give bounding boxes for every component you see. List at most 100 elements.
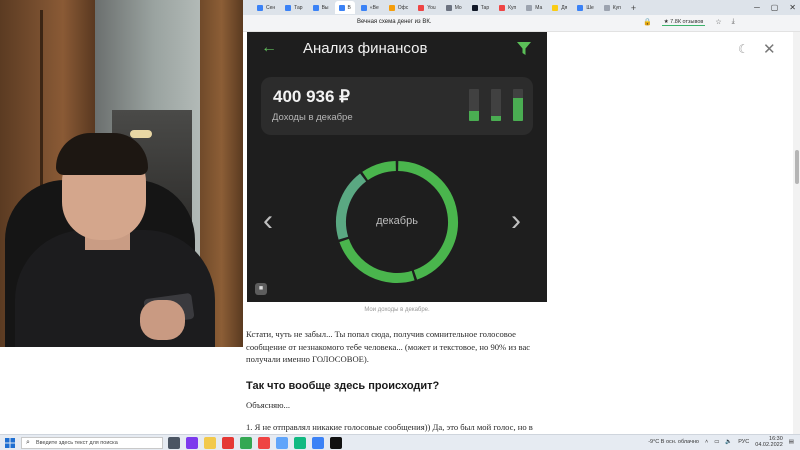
maximize-icon[interactable]: ▢ [771,3,779,12]
close-window-icon[interactable]: ✕ [789,3,796,12]
income-mini-bar [491,89,501,121]
article: ← Анализ финансов 400 936 ₽ Доходы в дек… [243,32,793,434]
income-mini-bar [513,89,523,121]
donut-segment [339,238,415,283]
tab-label: Офс [397,4,409,11]
tab-label: Сен [266,4,276,11]
taskbar-apps [168,437,342,449]
browser-tab[interactable]: Дя [548,1,571,14]
address-bar: Вечная схема денег из ВК. 🔒 ★ 7.8К отзыв… [243,15,800,32]
task-view-icon[interactable] [168,437,180,449]
chrome-icon[interactable] [240,437,252,449]
clock[interactable]: 16:30 04.02.2022 [755,436,783,448]
tab-favicon-icon [499,4,506,11]
tab-favicon-icon [285,4,292,11]
app-screenshot: ← Анализ финансов 400 936 ₽ Доходы в дек… [247,32,547,302]
browser-tab[interactable]: Ма [522,1,546,14]
donut-segment [336,173,367,240]
tab-label: В [347,4,351,11]
download-icon[interactable]: ⤓ [732,18,735,26]
article-heading: Так что вообще здесь происходит? [246,380,440,392]
browser-tab-strip: Сен Тар Вы В «Ве Офс You Мо Тар Куп Ма Дя Ше Куп + [243,0,800,15]
browser-tab[interactable]: Вы [309,1,333,14]
tab-favicon-icon [526,4,533,11]
tab-favicon-icon [552,4,559,11]
obs-icon[interactable] [330,437,342,449]
scrollbar-thumb[interactable] [795,150,799,184]
tab-label: Мо [454,4,462,11]
browser-tab[interactable]: Тар [468,1,493,14]
webcam-overlay [0,0,243,347]
tab-label: Куп [612,4,621,11]
browser-tab[interactable]: «Ве [357,1,383,14]
taskbar: ⌕ Введите здесь текст для поиска -9°C В … [0,434,800,450]
page-title: Вечная схема денег из ВК. [357,19,432,25]
volume-icon[interactable]: 🔈 [725,439,732,445]
windows-start-icon[interactable] [5,438,15,448]
system-tray: -9°C В осн. облачно ˄ ▭ 🔈 РУС 16:30 04.0… [648,436,794,448]
weather-text[interactable]: -9°C В осн. облачно [648,439,699,445]
app-purple-icon[interactable] [186,437,198,449]
search-placeholder: Введите здесь текст для поиска [36,440,118,446]
tray-arrow-icon[interactable]: ˄ [705,439,708,445]
next-month-chevron-icon: › [511,204,521,237]
browser-tab[interactable]: Офс [385,1,413,14]
tab-favicon-icon [338,4,345,11]
search-icon: ⌕ [26,439,30,446]
network-icon[interactable]: ▭ [714,439,719,445]
tab-label: Тар [294,4,303,11]
tab-favicon-icon [471,4,478,11]
store-icon[interactable] [276,437,288,449]
new-tab-button[interactable]: + [631,3,636,13]
browser-tab[interactable]: Куп [600,1,625,14]
pycharm-icon[interactable] [294,437,306,449]
minimize-icon[interactable]: ─ [754,3,760,12]
browser-tab[interactable]: Сен [253,1,279,14]
browser-tab[interactable]: В [334,1,355,14]
tab-label: Дя [561,4,568,11]
tab-label: Вы [321,4,329,11]
donut-month-label: декабрь [376,215,418,227]
tab-favicon-icon [360,4,367,11]
article-paragraph: 1. Я не отправлял никакие голосовые сооб… [246,422,533,432]
opera-icon[interactable] [258,437,270,449]
prev-month-chevron-icon: ‹ [263,204,273,237]
night-mode-icon[interactable]: ☾ [738,42,749,56]
article-paragraph: Кстати, чуть не забыл... Ты попал сюда, … [246,329,531,364]
close-article-icon[interactable]: ✕ [763,40,776,58]
browser-tab[interactable]: Куп [495,1,520,14]
income-label: Доходы в декабре [272,112,353,123]
tab-favicon-icon [603,4,610,11]
image-caption: Мои доходы в декабре. [364,307,430,313]
income-mini-bar [469,89,479,121]
reviews-badge[interactable]: ★ 7.8К отзывов [661,19,706,26]
article-paragraph: Объясняю... [246,400,290,410]
bookmark-icon[interactable]: ☆ [715,18,721,26]
browser-tab[interactable]: Мо [442,1,466,14]
income-amount: 400 936 ₽ [273,87,350,106]
tab-favicon-icon [577,4,584,11]
scrollbar[interactable] [793,32,800,434]
browser-tab[interactable]: Тар [281,1,306,14]
income-card: 400 936 ₽ Доходы в декабре [261,77,533,135]
tab-favicon-icon [257,4,263,11]
lock-icon[interactable]: 🔒 [643,18,652,26]
browser-tab[interactable]: You [414,1,439,14]
back-arrow-icon: ← [261,39,277,56]
tab-label: Ма [535,4,543,11]
tab-favicon-icon [418,4,425,11]
tab-label: You [427,4,436,11]
yandex-browser-icon[interactable] [222,437,234,449]
language-indicator[interactable]: РУС [738,439,749,445]
browser-tab[interactable]: Ше [573,1,597,14]
donut-segment [362,161,397,181]
code-icon[interactable] [312,437,324,449]
taskbar-search-input[interactable]: ⌕ Введите здесь текст для поиска [21,437,163,449]
tab-label: Куп [508,4,517,11]
notifications-icon[interactable]: ▤ [789,439,794,445]
window-controls: ─ ▢ ✕ [754,0,796,15]
tab-favicon-icon [445,4,452,11]
tab-label: Ше [586,4,594,11]
explorer-icon[interactable] [204,437,216,449]
clock-date: 04.02.2022 [755,442,783,448]
